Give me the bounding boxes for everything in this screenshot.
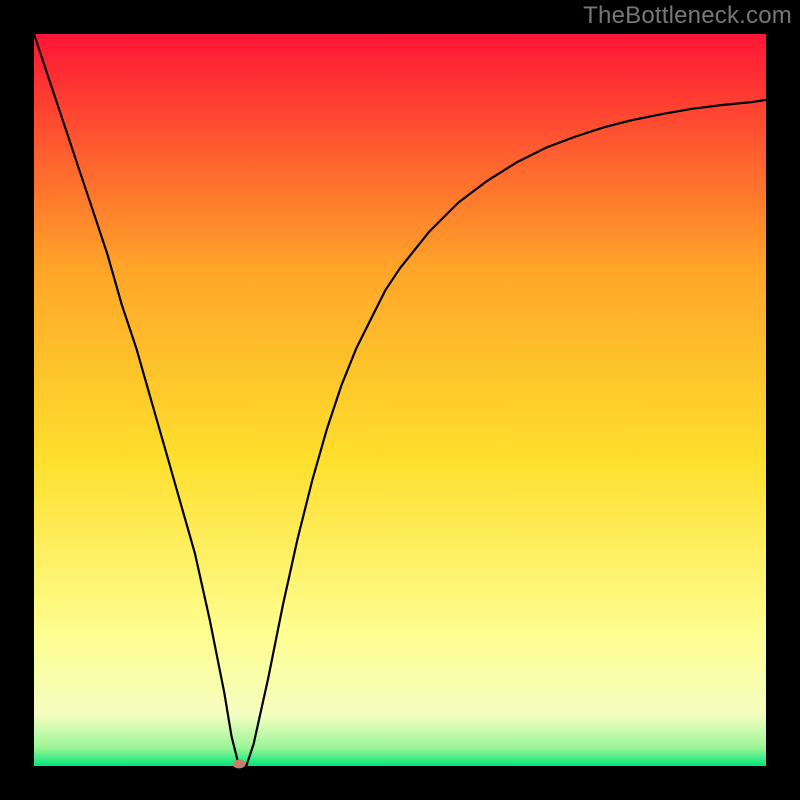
chart-background-gradient bbox=[34, 34, 766, 766]
watermark-text: TheBottleneck.com bbox=[583, 2, 792, 30]
chart-background-rect bbox=[34, 34, 766, 766]
chart-plot-area bbox=[34, 34, 766, 766]
